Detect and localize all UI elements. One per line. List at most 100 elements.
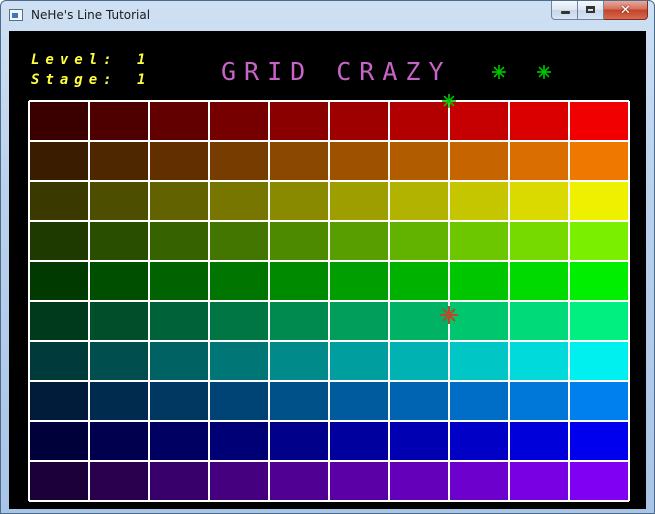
grid-cell bbox=[209, 461, 269, 501]
grid-cell bbox=[209, 381, 269, 421]
game-viewport[interactable]: Level: 1 Stage: 1 GRID CRAZY bbox=[9, 31, 646, 509]
grid-cell bbox=[209, 181, 269, 221]
grid-cell bbox=[149, 421, 209, 461]
grid-cell bbox=[509, 301, 569, 341]
grid-cell bbox=[149, 181, 209, 221]
grid-cell bbox=[569, 301, 629, 341]
grid-cell bbox=[149, 461, 209, 501]
grid-cell bbox=[569, 421, 629, 461]
grid-cell bbox=[269, 461, 329, 501]
grid-cell bbox=[89, 141, 149, 181]
grid-cell bbox=[329, 301, 389, 341]
player-sprite bbox=[442, 94, 456, 108]
grid-cell bbox=[269, 261, 329, 301]
grid-cell bbox=[89, 181, 149, 221]
grid-cell bbox=[449, 461, 509, 501]
grid-cell bbox=[389, 301, 449, 341]
maximize-button[interactable] bbox=[578, 1, 604, 20]
grid-cell bbox=[509, 101, 569, 141]
grid-cell bbox=[569, 141, 629, 181]
stage-value: 1 bbox=[137, 72, 145, 88]
grid-cell bbox=[329, 381, 389, 421]
grid-cell bbox=[449, 141, 509, 181]
grid-cell bbox=[569, 341, 629, 381]
grid-cell bbox=[569, 381, 629, 421]
grid-cell bbox=[149, 261, 209, 301]
grid-cell bbox=[149, 301, 209, 341]
close-icon: ✕ bbox=[620, 2, 631, 18]
grid-cell bbox=[449, 101, 509, 141]
grid-cell bbox=[209, 221, 269, 261]
grid-cell bbox=[569, 101, 629, 141]
grid-cell bbox=[329, 101, 389, 141]
grid-cell bbox=[269, 221, 329, 261]
grid-cell bbox=[29, 461, 89, 501]
grid-cell bbox=[329, 261, 389, 301]
grid-cell bbox=[29, 261, 89, 301]
grid-cell bbox=[389, 381, 449, 421]
grid-cell bbox=[389, 261, 449, 301]
grid-cell bbox=[209, 421, 269, 461]
grid-cell bbox=[209, 101, 269, 141]
level-label: Level: bbox=[31, 52, 118, 68]
grid-cell bbox=[29, 341, 89, 381]
grid-cell bbox=[269, 101, 329, 141]
minimize-icon bbox=[561, 11, 570, 14]
grid-cell bbox=[29, 381, 89, 421]
level-value: 1 bbox=[137, 52, 145, 68]
grid-cell bbox=[89, 221, 149, 261]
grid-cell bbox=[209, 341, 269, 381]
grid-cell bbox=[29, 421, 89, 461]
grid-cell bbox=[329, 141, 389, 181]
grid-cell bbox=[149, 341, 209, 381]
game-title: GRID CRAZY bbox=[221, 57, 452, 86]
grid-cell bbox=[269, 141, 329, 181]
grid-cell bbox=[509, 421, 569, 461]
grid-cell bbox=[569, 221, 629, 261]
grid-cell bbox=[149, 381, 209, 421]
close-button[interactable]: ✕ bbox=[604, 1, 648, 20]
stage-label: Stage: bbox=[31, 72, 118, 88]
grid-cell bbox=[449, 261, 509, 301]
grid-cell bbox=[149, 221, 209, 261]
grid-cell bbox=[89, 421, 149, 461]
grid-cell bbox=[389, 341, 449, 381]
title-bar[interactable]: NeHe's Line Tutorial ✕ bbox=[1, 1, 654, 31]
minimize-button[interactable] bbox=[551, 1, 578, 20]
grid-cell bbox=[29, 101, 89, 141]
caption-buttons: ✕ bbox=[551, 1, 648, 21]
grid-cell bbox=[389, 101, 449, 141]
life-star-icon bbox=[537, 65, 551, 79]
grid-cell bbox=[509, 461, 569, 501]
grid-cell bbox=[509, 221, 569, 261]
grid-cell bbox=[389, 221, 449, 261]
grid-cell bbox=[509, 261, 569, 301]
grid-cell bbox=[509, 141, 569, 181]
grid-cell bbox=[449, 181, 509, 221]
grid-cell bbox=[89, 301, 149, 341]
window-title: NeHe's Line Tutorial bbox=[31, 8, 151, 22]
grid-cell bbox=[269, 181, 329, 221]
grid-cell bbox=[269, 301, 329, 341]
grid-cell bbox=[29, 181, 89, 221]
grid-cell bbox=[449, 421, 509, 461]
life-star-icon bbox=[492, 65, 506, 79]
grid-cell bbox=[389, 421, 449, 461]
grid-cell bbox=[389, 181, 449, 221]
grid-cell bbox=[449, 381, 509, 421]
app-icon[interactable] bbox=[9, 9, 23, 21]
grid-cell bbox=[509, 341, 569, 381]
grid-cell bbox=[509, 381, 569, 421]
grid-cell bbox=[29, 301, 89, 341]
grid-cell bbox=[509, 181, 569, 221]
grid-cell bbox=[269, 421, 329, 461]
grid-cell bbox=[569, 181, 629, 221]
grid-cell bbox=[269, 381, 329, 421]
grid-cell bbox=[329, 461, 389, 501]
grid-cell bbox=[149, 101, 209, 141]
game-canvas[interactable]: Level: 1 Stage: 1 GRID CRAZY bbox=[9, 31, 646, 509]
app-window: NeHe's Line Tutorial ✕ Level: 1 Stage: 1… bbox=[0, 0, 655, 514]
grid-cell bbox=[389, 461, 449, 501]
grid-cell bbox=[449, 221, 509, 261]
grid-cell bbox=[209, 261, 269, 301]
